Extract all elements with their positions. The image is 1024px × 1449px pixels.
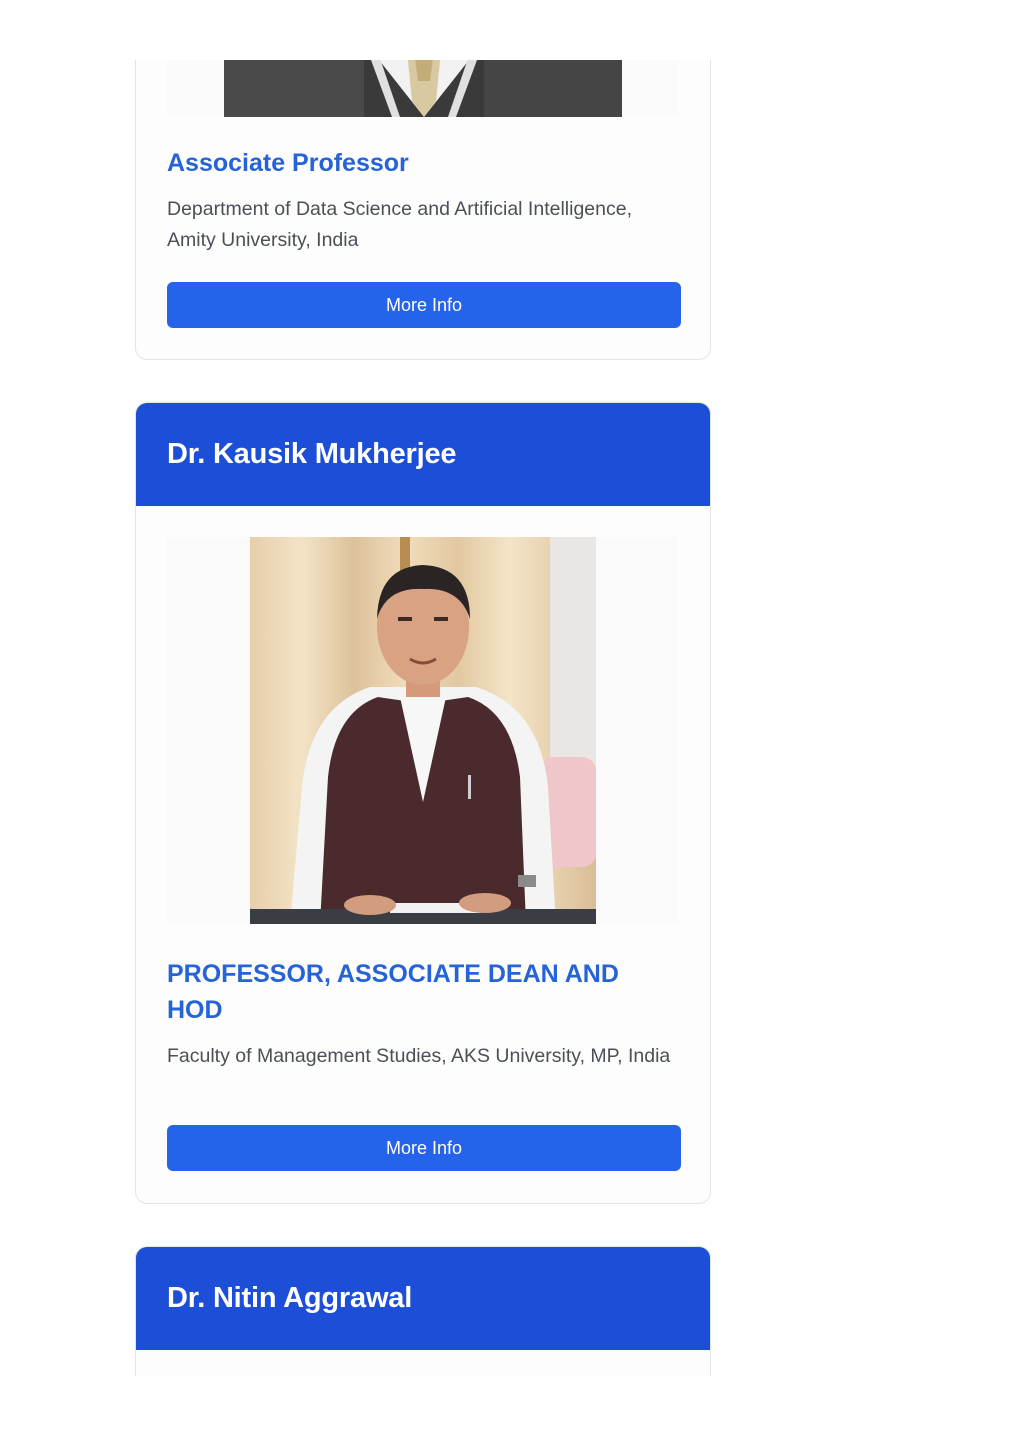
page-viewport: Associate Professor Department of Data S… [0,60,1024,1376]
more-info-button[interactable]: More Info [167,282,681,328]
faculty-card: Dr. Kausik Mukherjee PROFESSOR, ASSOCIAT… [135,402,711,1204]
faculty-photo [250,537,596,924]
card-header: Dr. Kausik Mukherjee [136,403,710,506]
faculty-role: Associate Professor [167,149,409,177]
faculty-name: Dr. Kausik Mukherjee [167,438,457,470]
card-header: Dr. Nitin Aggrawal [136,1247,710,1350]
faculty-department: Department of Data Science and Artificia… [167,198,633,251]
faculty-name: Dr. Nitin Aggrawal [167,1282,413,1314]
more-info-button[interactable]: More Info [167,1125,681,1171]
photo-frame [167,60,679,117]
faculty-card: Associate Professor Department of Data S… [135,60,711,360]
faculty-role: PROFESSOR, ASSOCIATE DEAN AND HOD [167,960,619,1024]
faculty-department: Faculty of Management Studies, AKS Unive… [167,1045,671,1067]
photo-frame [167,537,679,924]
faculty-photo [224,60,622,117]
faculty-card: Dr. Nitin Aggrawal [135,1246,711,1376]
